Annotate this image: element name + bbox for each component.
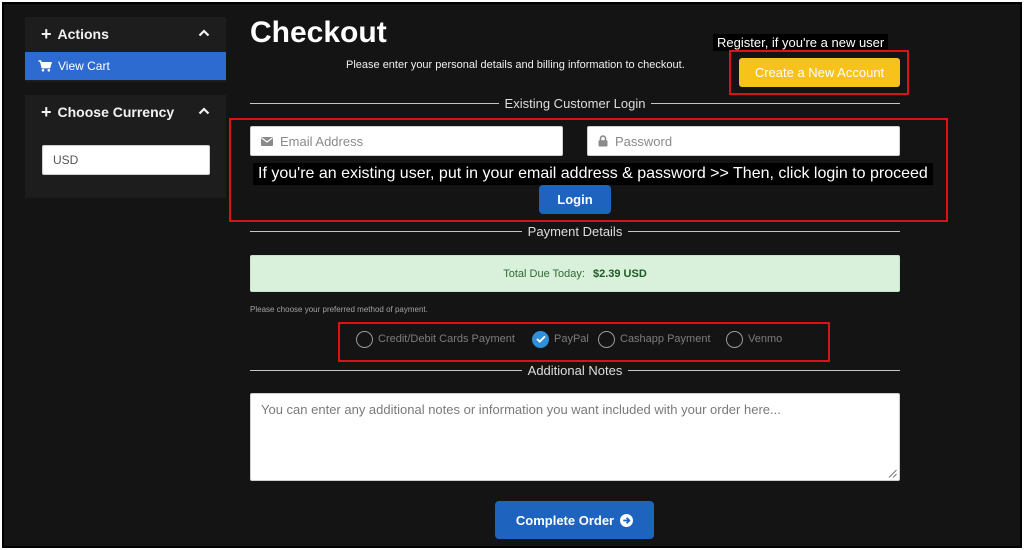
register-callout: Register, if you're a new user [713, 34, 889, 51]
radio-checked-icon [532, 330, 549, 348]
chevron-up-icon [198, 107, 210, 115]
payment-option-paypal[interactable]: PayPal [532, 329, 589, 349]
payment-option-label: Credit/Debit Cards Payment [378, 333, 515, 345]
radio-unchecked-icon [726, 330, 743, 348]
cart-icon [38, 60, 52, 72]
currency-select[interactable] [42, 145, 210, 175]
password-placeholder: Password [615, 133, 673, 149]
checkout-page: + Actions View Cart + Choose Currency Ch [2, 2, 1022, 548]
actions-panel-title: Actions [57, 26, 109, 42]
radio-unchecked-icon [356, 330, 373, 348]
payment-section-title: Payment Details [250, 224, 900, 239]
payment-option-label: PayPal [554, 333, 589, 345]
payment-method-hint: Please choose your preferred method of p… [250, 305, 428, 314]
intro-text: Please enter your personal details and b… [346, 59, 685, 71]
total-due-label: Total Due Today: [503, 267, 585, 280]
email-placeholder: Email Address [280, 133, 364, 149]
login-button[interactable]: Login [539, 185, 611, 214]
actions-panel-header[interactable]: + Actions [25, 17, 226, 51]
notes-placeholder: You can enter any additional notes or in… [261, 402, 781, 417]
currency-panel-header[interactable]: + Choose Currency [25, 95, 226, 129]
create-account-button[interactable]: Create a New Account [739, 58, 900, 87]
chevron-up-icon [198, 29, 210, 37]
total-due-box: Total Due Today: $2.39 USD [250, 255, 900, 292]
sidebar-item-label: View Cart [58, 59, 110, 73]
password-field[interactable]: Password [587, 126, 900, 156]
sidebar-item-view-cart[interactable]: View Cart [25, 52, 226, 80]
plus-icon: + [41, 102, 52, 122]
plus-icon: + [41, 24, 52, 44]
notes-section-title: Additional Notes [250, 363, 900, 378]
checkmark-icon [535, 335, 546, 343]
additional-notes-textarea[interactable]: You can enter any additional notes or in… [250, 393, 900, 481]
envelope-icon [261, 136, 273, 146]
total-due-amount: $2.39 USD [592, 267, 647, 280]
actions-panel: + Actions View Cart [25, 17, 226, 82]
payment-option-credit-card[interactable]: Credit/Debit Cards Payment [356, 329, 515, 349]
complete-order-label: Complete Order [515, 512, 615, 528]
payment-option-cashapp[interactable]: Cashapp Payment [598, 329, 711, 349]
arrow-circle-right-icon [620, 513, 634, 527]
radio-unchecked-icon [598, 330, 615, 348]
email-field[interactable]: Email Address [250, 126, 563, 156]
currency-panel: + Choose Currency [25, 95, 226, 198]
resize-handle-icon[interactable] [888, 469, 897, 478]
payment-option-venmo[interactable]: Venmo [726, 329, 782, 349]
complete-order-button[interactable]: Complete Order [495, 501, 654, 539]
payment-option-label: Cashapp Payment [620, 333, 711, 345]
payment-option-label: Venmo [748, 333, 783, 345]
lock-icon [598, 135, 608, 147]
page-title: Checkout [250, 16, 387, 49]
login-callout: If you're an existing user, put in your … [253, 163, 933, 185]
login-section-title: Existing Customer Login [250, 96, 900, 111]
currency-panel-title: Choose Currency [57, 104, 175, 120]
